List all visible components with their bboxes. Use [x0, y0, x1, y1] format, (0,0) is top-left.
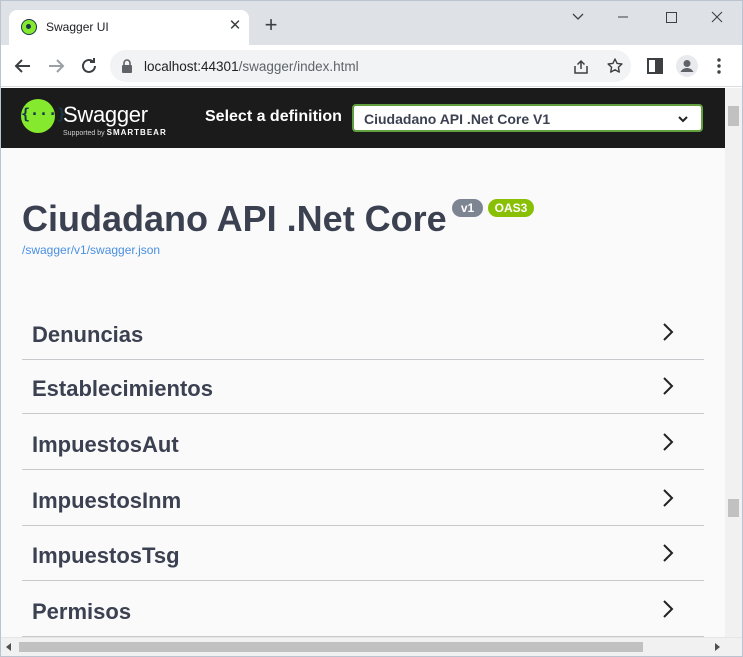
- sidepanel-icon[interactable]: [643, 54, 667, 78]
- star-icon[interactable]: [606, 57, 624, 75]
- close-window-icon[interactable]: [695, 5, 739, 29]
- logo-sub-prefix: Supported by: [63, 130, 105, 137]
- swagger-logo-text[interactable]: Swagger: [63, 102, 148, 128]
- browser-tab[interactable]: Swagger UI ✕: [9, 10, 249, 45]
- share-icon[interactable]: [572, 58, 590, 76]
- swagger-logo-sub: Supported by SMARTBEAR: [63, 128, 167, 137]
- tag-section-establecimientos[interactable]: Establecimientos: [22, 359, 704, 414]
- tag-name: Permisos: [32, 599, 132, 624]
- logo-sub-brand: SMARTBEAR: [106, 128, 167, 137]
- tab-search-chevron-icon[interactable]: [556, 5, 600, 29]
- horizontal-scroll-thumb[interactable]: [19, 642, 643, 652]
- vertical-scrollbar[interactable]: [725, 88, 742, 637]
- select-definition-label: Select a definition: [205, 108, 342, 125]
- oas-badge: OAS3: [488, 199, 534, 217]
- version-badge: v1: [452, 199, 483, 217]
- url-path: /swagger/index.html: [238, 59, 359, 74]
- tag-section-impuestostsg[interactable]: ImpuestosTsg: [22, 526, 704, 581]
- tab-title: Swagger UI: [46, 20, 109, 34]
- vertical-scroll-thumb[interactable]: [728, 106, 739, 126]
- scroll-right-icon[interactable]: [713, 643, 721, 651]
- tag-name: ImpuestosAut: [32, 432, 179, 457]
- url-host: localhost:44301: [144, 59, 239, 74]
- chevron-right-icon[interactable]: [658, 488, 678, 508]
- vertical-scroll-marker: [728, 499, 739, 517]
- chevron-right-icon[interactable]: [658, 322, 678, 342]
- tag-section-denuncias[interactable]: Denuncias: [22, 305, 704, 360]
- profile-icon[interactable]: [675, 54, 699, 78]
- definition-select-value: Ciudadano API .Net Core V1: [364, 111, 551, 127]
- tag-name: Establecimientos: [32, 376, 213, 401]
- page-viewport: {···} Swagger Supported by SMARTBEAR Sel…: [1, 88, 742, 637]
- swagger-favicon-icon: [21, 19, 37, 35]
- tab-strip: Swagger UI ✕ +: [1, 1, 742, 45]
- maximize-icon[interactable]: [649, 5, 693, 29]
- lock-icon[interactable]: [121, 59, 133, 73]
- tag-section-impuestosaut[interactable]: ImpuestosAut: [22, 415, 704, 470]
- address-bar[interactable]: localhost:44301/swagger/index.html: [110, 50, 631, 82]
- tag-section-impuestosinm[interactable]: ImpuestosInm: [22, 471, 704, 526]
- scroll-left-icon[interactable]: [5, 643, 13, 651]
- spec-json-link[interactable]: /swagger/v1/swagger.json: [22, 243, 160, 257]
- page-title: Ciudadano API .Net Core: [22, 198, 447, 239]
- definition-select[interactable]: Ciudadano API .Net Core V1: [352, 104, 703, 132]
- chevron-right-icon[interactable]: [658, 599, 678, 619]
- more-icon[interactable]: [707, 54, 731, 78]
- tag-name: ImpuestosInm: [32, 488, 182, 513]
- chevron-right-icon[interactable]: [658, 543, 678, 563]
- chevron-right-icon[interactable]: [658, 432, 678, 452]
- tag-section-permisos[interactable]: Permisos: [22, 582, 704, 637]
- new-tab-button[interactable]: +: [260, 14, 282, 36]
- minimize-icon[interactable]: [601, 5, 645, 29]
- chevron-down-icon: [678, 116, 688, 123]
- forward-arrow-icon[interactable]: [44, 54, 68, 78]
- reload-icon[interactable]: [77, 54, 101, 78]
- horizontal-scrollbar[interactable]: [1, 637, 742, 656]
- browser-window: Swagger UI ✕ + localhost:44301/swagger/i…: [0, 0, 743, 657]
- tag-name: ImpuestosTsg: [32, 543, 180, 568]
- swagger-topbar: {···} Swagger Supported by SMARTBEAR Sel…: [1, 88, 725, 148]
- back-arrow-icon[interactable]: [11, 54, 35, 78]
- url-text: localhost:44301/swagger/index.html: [144, 59, 359, 74]
- close-tab-icon[interactable]: ✕: [227, 18, 243, 34]
- browser-toolbar: localhost:44301/swagger/index.html: [1, 45, 742, 87]
- swagger-logo-icon[interactable]: {···}: [21, 99, 66, 133]
- chevron-right-icon[interactable]: [658, 376, 678, 396]
- tag-name: Denuncias: [32, 322, 144, 347]
